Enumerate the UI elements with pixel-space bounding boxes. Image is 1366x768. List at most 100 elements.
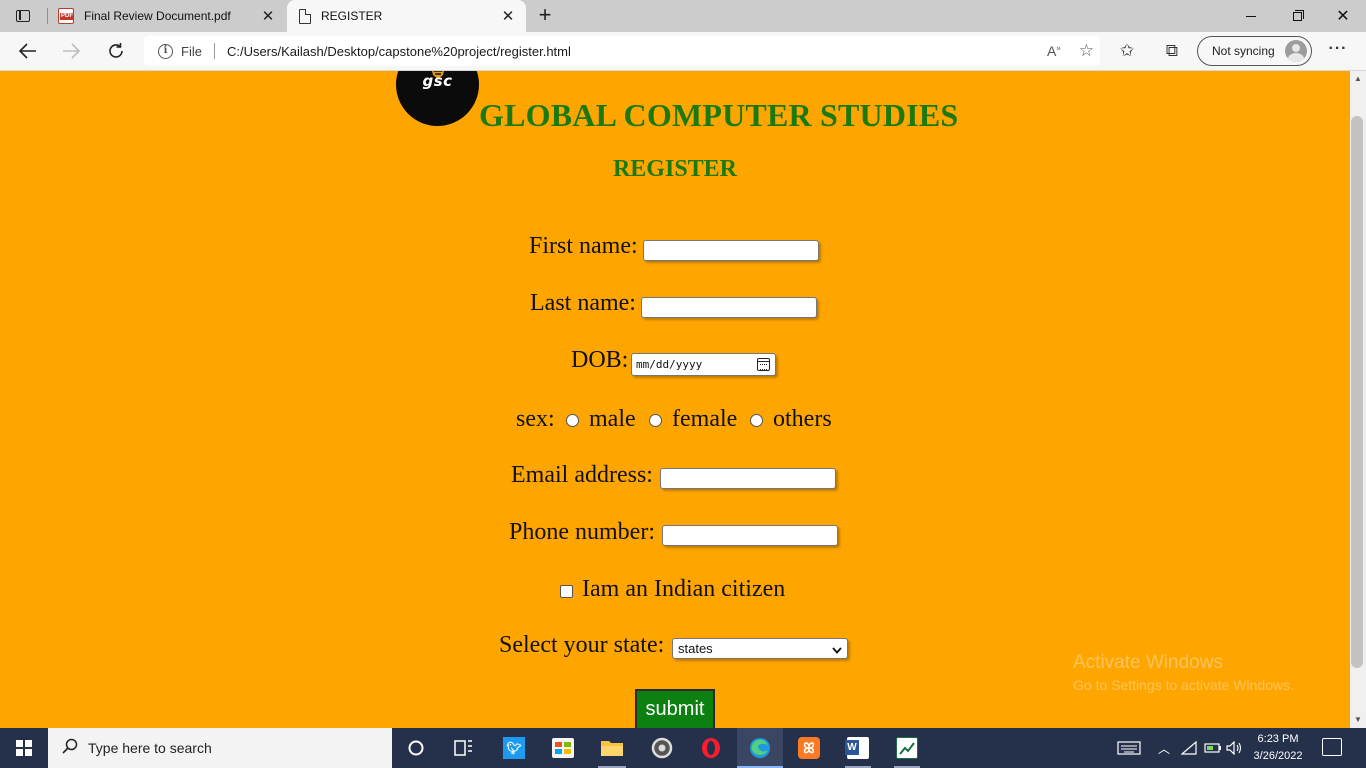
back-button[interactable] — [13, 37, 43, 65]
windows-logo-icon — [16, 740, 32, 756]
close-tab-button[interactable]: ✕ — [258, 6, 278, 26]
notification-center-icon[interactable] — [1322, 738, 1342, 756]
sex-radio-male[interactable] — [566, 414, 579, 427]
taskbar-search-box[interactable]: Type here to search — [48, 728, 392, 768]
phone-label: Phone number: — [509, 519, 655, 545]
microsoft-store-icon[interactable] — [549, 734, 577, 762]
xampp-icon[interactable]: ꕤ — [795, 734, 823, 762]
reload-button[interactable] — [101, 37, 131, 65]
reload-icon — [109, 43, 123, 58]
volume-icon[interactable] — [1226, 728, 1244, 768]
forward-button[interactable] — [56, 37, 86, 65]
activate-windows-subtitle: Go to Settings to activate Windows. — [1073, 677, 1294, 693]
word-icon[interactable]: W — [844, 734, 872, 762]
scroll-down-arrow-icon[interactable]: ▼ — [1350, 712, 1366, 728]
sync-label: Not syncing — [1212, 44, 1275, 58]
edge-icon[interactable] — [746, 734, 774, 762]
opera-icon[interactable] — [697, 734, 725, 762]
restore-button[interactable] — [1274, 0, 1320, 32]
email-label: Email address: — [511, 462, 653, 488]
first-name-label: First name: — [529, 233, 638, 259]
activate-windows-title: Activate Windows — [1073, 652, 1223, 673]
profile-sync-button[interactable]: Not syncing — [1197, 36, 1312, 66]
browser-app-icon[interactable] — [648, 734, 676, 762]
tab-actions-button[interactable] — [8, 6, 38, 26]
info-icon[interactable]: i — [158, 43, 173, 59]
page-icon — [299, 8, 311, 24]
state-select[interactable]: states — [672, 638, 848, 659]
gsc-logo: gsc — [396, 71, 479, 126]
tab-strip: PDF Final Review Document.pdf ✕ REGISTER… — [0, 0, 1366, 32]
close-tab-button[interactable]: ✕ — [498, 6, 518, 26]
restore-icon — [1292, 9, 1304, 21]
address-bar-actions: A» ☆ — [1047, 36, 1094, 66]
more-menu-icon[interactable]: ··· — [1326, 40, 1350, 62]
windows-taskbar: Type here to search 🐦︎ ꕤ W ︿ 6:23 PM 3/2… — [0, 728, 1366, 768]
sex-option-label: male — [589, 406, 636, 432]
dob-date-input[interactable]: mm/dd/yyyy — [631, 353, 776, 376]
avatar — [1285, 40, 1307, 62]
site-title: GLOBAL COMPUTER STUDIES — [479, 97, 959, 133]
sex-radio-others[interactable] — [750, 414, 763, 427]
address-bar[interactable]: i File C:/Users/Kailash/Desktop/capstone… — [144, 36, 1100, 66]
start-button[interactable] — [0, 728, 48, 768]
excel-icon[interactable] — [893, 734, 921, 762]
state-label: Select your state: — [499, 632, 665, 658]
tab-title: REGISTER — [321, 9, 383, 23]
arrow-left-icon — [19, 43, 36, 59]
tab-title: Final Review Document.pdf — [84, 9, 231, 23]
clock-time: 6:23 PM — [1257, 733, 1299, 745]
search-icon — [62, 738, 78, 759]
tab-final-review-document[interactable]: PDF Final Review Document.pdf ✕ — [48, 0, 286, 32]
favorites-icon[interactable]: ✩ — [1115, 40, 1139, 62]
minimize-icon — [1246, 15, 1256, 17]
scroll-up-arrow-icon[interactable]: ▲ — [1350, 71, 1366, 87]
chevron-up-icon[interactable]: ︿ — [1158, 728, 1170, 768]
address-separator — [213, 43, 215, 59]
chevron-down-icon — [832, 642, 842, 661]
new-tab-button[interactable]: + — [532, 3, 558, 29]
state-selected-value: states — [678, 641, 713, 656]
keyboard-icon[interactable] — [1117, 728, 1141, 768]
first-name-input[interactable] — [643, 240, 819, 261]
file-scheme-label: File — [181, 43, 202, 59]
minimize-button[interactable] — [1228, 0, 1274, 32]
scroll-thumb[interactable] — [1351, 116, 1363, 668]
system-clock[interactable]: 6:23 PM 3/26/2022 — [1248, 731, 1308, 765]
last-name-input[interactable] — [641, 297, 817, 318]
cortana-icon[interactable] — [402, 734, 430, 762]
dob-label: DOB: — [571, 347, 629, 373]
task-view-icon[interactable] — [450, 734, 478, 762]
read-aloud-icon[interactable]: A» — [1047, 43, 1061, 59]
pdf-icon: PDF — [58, 8, 74, 24]
file-explorer-icon[interactable] — [598, 734, 626, 762]
page-title: REGISTER — [612, 156, 738, 182]
tab-register[interactable]: REGISTER ✕ — [287, 0, 526, 32]
arrow-right-icon — [63, 43, 80, 59]
email-field[interactable] — [660, 468, 836, 489]
battery-icon[interactable] — [1204, 728, 1222, 768]
twitter-icon[interactable]: 🐦︎ — [500, 734, 528, 762]
collections-icon[interactable]: ⧉ — [1160, 40, 1184, 62]
calendar-icon[interactable] — [757, 358, 770, 371]
phone-field[interactable] — [662, 525, 838, 546]
page-content: gsc GLOBAL COMPUTER STUDIES REGISTER Fir… — [0, 71, 1350, 728]
search-placeholder: Type here to search — [88, 740, 212, 756]
add-favorite-icon[interactable]: ☆ — [1079, 41, 1094, 61]
logo-text: gsc — [422, 72, 453, 90]
sex-radio-female[interactable] — [649, 414, 662, 427]
browser-toolbar: i File C:/Users/Kailash/Desktop/capstone… — [0, 32, 1366, 71]
url-text[interactable]: C:/Users/Kailash/Desktop/capstone%20proj… — [227, 44, 571, 59]
wifi-icon[interactable] — [1181, 728, 1197, 768]
last-name-label: Last name: — [530, 290, 636, 316]
submit-button[interactable]: submit — [635, 689, 715, 728]
indian-citizen-checkbox[interactable] — [560, 585, 573, 598]
vertical-scrollbar[interactable]: ▲ ▼ — [1350, 71, 1366, 728]
indian-citizen-label: Iam an Indian citizen — [582, 576, 786, 602]
clock-date: 3/26/2022 — [1253, 750, 1303, 762]
close-window-button[interactable]: ✕ — [1320, 0, 1366, 32]
tab-actions-icon — [16, 10, 30, 22]
dob-placeholder: mm/dd/yyyy — [636, 358, 703, 371]
sex-option-label: female — [672, 406, 738, 432]
sex-label: sex: — [516, 406, 555, 432]
